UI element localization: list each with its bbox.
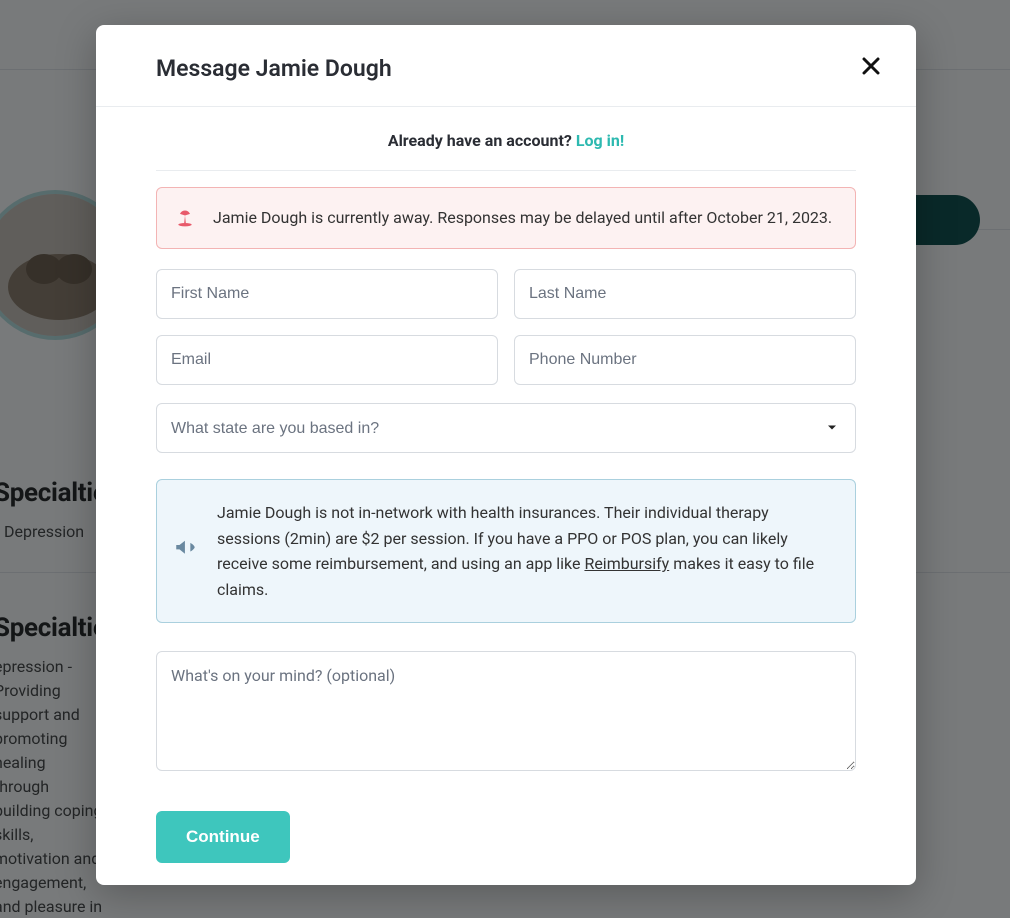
close-icon[interactable] [858, 53, 884, 84]
reimbursify-link[interactable]: Reimbursify [584, 554, 669, 573]
megaphone-icon [173, 534, 199, 568]
email-input[interactable] [156, 335, 498, 385]
phone-input[interactable] [514, 335, 856, 385]
account-row: Already have an account? Log in! [156, 131, 856, 171]
message-modal: Message Jamie Dough Already have an acco… [96, 25, 916, 885]
modal-body[interactable]: Already have an account? Log in! Jamie D… [96, 107, 916, 795]
insurance-info: Jamie Dough is not in-network with healt… [156, 479, 856, 623]
modal-title: Message Jamie Dough [156, 55, 392, 82]
away-text: Jamie Dough is currently away. Responses… [213, 208, 832, 227]
away-notice: Jamie Dough is currently away. Responses… [156, 187, 856, 249]
state-select[interactable]: What state are you based in? [156, 403, 856, 453]
modal-footer: Continue [96, 795, 916, 885]
login-link[interactable]: Log in! [576, 131, 624, 150]
last-name-input[interactable] [514, 269, 856, 319]
message-textarea[interactable] [156, 651, 856, 771]
continue-button[interactable]: Continue [156, 811, 290, 863]
vacation-icon [175, 208, 195, 235]
account-question: Already have an account? [388, 131, 572, 150]
modal-header: Message Jamie Dough [96, 25, 916, 107]
first-name-input[interactable] [156, 269, 498, 319]
